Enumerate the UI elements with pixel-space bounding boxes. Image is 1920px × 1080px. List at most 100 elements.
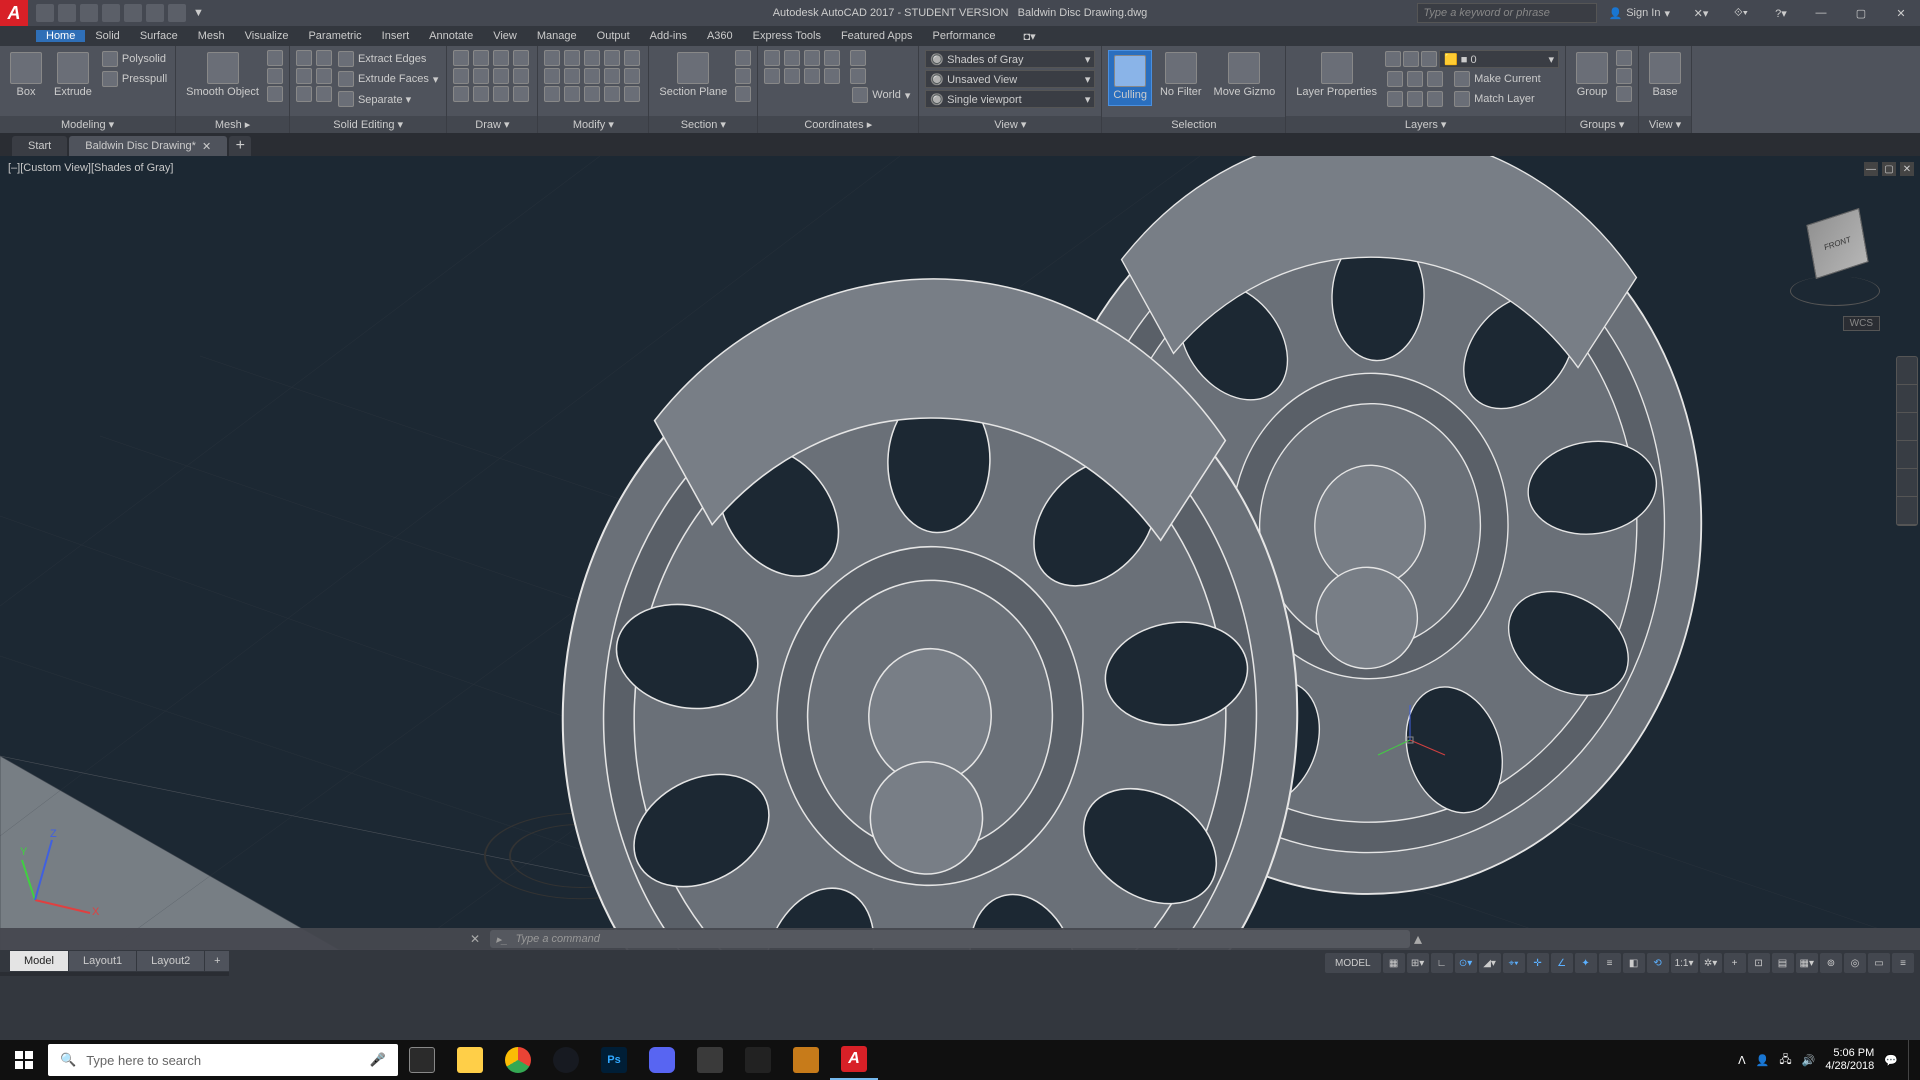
ucs-view-icon[interactable] bbox=[824, 68, 840, 84]
erase-icon[interactable] bbox=[604, 50, 620, 66]
ucs-icon[interactable] bbox=[764, 50, 780, 66]
ucs-icon[interactable]: X Y Z bbox=[20, 825, 110, 915]
tray-overflow-icon[interactable]: ᐱ bbox=[1738, 1054, 1746, 1067]
move-gizmo-button[interactable]: Move Gizmo bbox=[1210, 50, 1280, 100]
add-tab-button[interactable]: + bbox=[229, 136, 251, 156]
task-view-button[interactable] bbox=[398, 1040, 446, 1080]
grid-toggle-icon[interactable]: ▦ bbox=[1383, 953, 1405, 973]
tab-home[interactable]: Home bbox=[36, 30, 85, 42]
taskbar-search-input[interactable]: 🔍 Type here to search 🎤 bbox=[48, 1044, 398, 1076]
otrack-toggle-icon[interactable]: ∠ bbox=[1551, 953, 1573, 973]
hatch-icon[interactable] bbox=[493, 68, 509, 84]
app-menu-icon[interactable]: A bbox=[0, 0, 28, 26]
presspull-button[interactable]: Presspull bbox=[100, 70, 169, 88]
ortho-toggle-icon[interactable]: ∟ bbox=[1431, 953, 1453, 973]
tab-addins[interactable]: Add-ins bbox=[640, 30, 697, 42]
panel-title-modeling[interactable]: Modeling ▾ bbox=[0, 116, 175, 133]
tab-output[interactable]: Output bbox=[587, 30, 640, 42]
app7-button[interactable] bbox=[734, 1040, 782, 1080]
layout2-tab[interactable]: Layout2 bbox=[137, 951, 204, 971]
qat-redo-icon[interactable] bbox=[168, 4, 186, 22]
ucs-named-button[interactable]: World ▾ bbox=[850, 86, 912, 104]
help-search-input[interactable]: Type a keyword or phrase bbox=[1417, 3, 1597, 23]
circle-icon[interactable] bbox=[493, 50, 509, 66]
tab-manage[interactable]: Manage bbox=[527, 30, 587, 42]
break-icon[interactable] bbox=[604, 86, 620, 102]
steam-button[interactable] bbox=[542, 1040, 590, 1080]
box-button[interactable]: Box bbox=[6, 50, 46, 100]
command-input[interactable]: ▸_ Type a command bbox=[490, 930, 1410, 948]
viewport-config-dropdown[interactable]: 🔘 Single viewport▾ bbox=[925, 90, 1095, 108]
app6-button[interactable] bbox=[686, 1040, 734, 1080]
taskbar-clock[interactable]: 5:06 PM 4/28/2018 bbox=[1825, 1047, 1874, 1073]
mesh-tool1-icon[interactable] bbox=[267, 50, 283, 66]
tab-annotate[interactable]: Annotate bbox=[419, 30, 483, 42]
snap-toggle-icon[interactable]: ⊞▾ bbox=[1407, 953, 1429, 973]
qat-undo-icon[interactable] bbox=[146, 4, 164, 22]
dynamic-input-icon[interactable]: ✦ bbox=[1575, 953, 1597, 973]
section-plane-button[interactable]: Section Plane bbox=[655, 50, 731, 100]
ellipse-icon[interactable] bbox=[473, 68, 489, 84]
panel-title-solidedit[interactable]: Solid Editing ▾ bbox=[290, 116, 446, 133]
qat-open-icon[interactable] bbox=[58, 4, 76, 22]
imprint-icon[interactable] bbox=[316, 86, 332, 102]
rectangle-icon[interactable] bbox=[453, 68, 469, 84]
workspace-icon[interactable]: ✲▾ bbox=[1700, 953, 1722, 973]
tab-surface[interactable]: Surface bbox=[130, 30, 188, 42]
separate-button[interactable]: Separate ▾ bbox=[336, 90, 440, 108]
annotation-monitor-icon[interactable]: + bbox=[1724, 953, 1746, 973]
quick-properties-icon[interactable]: ▤ bbox=[1772, 953, 1794, 973]
ribbon-collapse-icon[interactable]: ◘▾ bbox=[1014, 30, 1046, 43]
file-explorer-button[interactable] bbox=[446, 1040, 494, 1080]
rotate-icon[interactable] bbox=[564, 50, 580, 66]
clean-screen-icon[interactable]: ▭ bbox=[1868, 953, 1890, 973]
lock-ui-icon[interactable]: ▦▾ bbox=[1796, 953, 1818, 973]
ucs-world-icon[interactable] bbox=[784, 50, 800, 66]
ucs-x-icon[interactable] bbox=[764, 68, 780, 84]
start-button[interactable] bbox=[0, 1040, 48, 1080]
panel-title-layers[interactable]: Layers ▾ bbox=[1286, 116, 1565, 133]
tab-start[interactable]: Start bbox=[12, 136, 67, 156]
layout1-tab[interactable]: Layout1 bbox=[69, 951, 136, 971]
ucs-prev-icon[interactable] bbox=[804, 50, 820, 66]
jog-icon[interactable] bbox=[735, 68, 751, 84]
polyline-icon[interactable] bbox=[473, 50, 489, 66]
explode-icon[interactable] bbox=[584, 68, 600, 84]
transparency-icon[interactable]: ◧ bbox=[1623, 953, 1645, 973]
arc-icon[interactable] bbox=[513, 50, 529, 66]
line-icon[interactable] bbox=[453, 50, 469, 66]
mirror-icon[interactable] bbox=[544, 68, 560, 84]
selection-cycling-icon[interactable]: ⟲ bbox=[1647, 953, 1669, 973]
extrude-button[interactable]: Extrude bbox=[50, 50, 96, 100]
panel-title-groups[interactable]: Groups ▾ bbox=[1566, 116, 1638, 133]
help-icon[interactable]: ?▾ bbox=[1762, 0, 1800, 26]
show-desktop-button[interactable] bbox=[1908, 1040, 1914, 1080]
extrude-faces-button[interactable]: Extrude Faces ▾ bbox=[336, 70, 440, 88]
base-view-button[interactable]: Base bbox=[1645, 50, 1685, 100]
chrome-button[interactable] bbox=[494, 1040, 542, 1080]
tab-mesh[interactable]: Mesh bbox=[188, 30, 235, 42]
notifications-icon[interactable]: 💬 bbox=[1884, 1054, 1898, 1067]
group-select-icon[interactable] bbox=[1616, 86, 1632, 102]
layer-lock-icon[interactable] bbox=[1421, 51, 1437, 67]
tray-volume-icon[interactable]: 🔊 bbox=[1802, 1054, 1816, 1067]
customize-status-icon[interactable]: ≡ bbox=[1892, 953, 1914, 973]
ucs-z-icon[interactable] bbox=[804, 68, 820, 84]
layer-off-icon[interactable] bbox=[1385, 51, 1401, 67]
tab-visualize[interactable]: Visualize bbox=[235, 30, 299, 42]
thicken-icon[interactable] bbox=[316, 68, 332, 84]
helix-icon[interactable] bbox=[493, 86, 509, 102]
layer-dropdown[interactable]: 🟨 ■ 0▾ bbox=[1439, 50, 1559, 68]
point-icon[interactable] bbox=[453, 86, 469, 102]
ucs-face-icon[interactable] bbox=[824, 50, 840, 66]
tray-network-icon[interactable]: 🖧 bbox=[1779, 1051, 1791, 1070]
make-current-button[interactable]: Make Current bbox=[1385, 70, 1559, 88]
saved-view-dropdown[interactable]: 🔘 Unsaved View▾ bbox=[925, 70, 1095, 88]
cortana-mic-icon[interactable]: 🎤 bbox=[370, 1052, 386, 1068]
generate-section-icon[interactable] bbox=[735, 86, 751, 102]
polar-toggle-icon[interactable]: ⊙▾ bbox=[1455, 953, 1477, 973]
discord-button[interactable] bbox=[638, 1040, 686, 1080]
live-section-icon[interactable] bbox=[735, 50, 751, 66]
slice-icon[interactable] bbox=[316, 50, 332, 66]
app8-button[interactable] bbox=[782, 1040, 830, 1080]
